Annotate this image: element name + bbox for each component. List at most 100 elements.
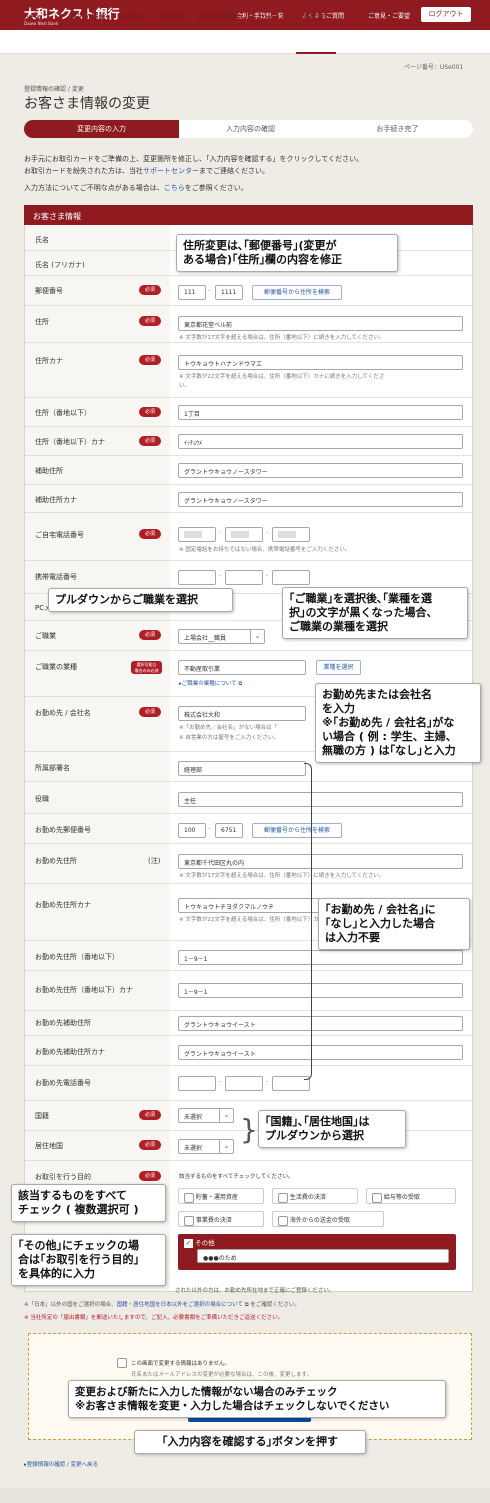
required-badge: 必須	[139, 630, 161, 640]
purpose-other-checkbox[interactable]: ✓ その他	[184, 1237, 215, 1248]
work-addr-input[interactable]: 東京都千代田区丸の内	[178, 854, 463, 869]
nav-support-deposit[interactable]: 応援定期預金	[199, 12, 241, 22]
sub-addr-input[interactable]: グラントウキョウノースタワー	[178, 463, 463, 478]
page-number: ページ番号：USe001	[404, 64, 464, 71]
home-phone-3-input[interactable]	[272, 527, 310, 542]
purpose-other-input[interactable]: ●●●のため	[197, 1249, 449, 1263]
step-complete: お手続き完了	[322, 120, 473, 138]
home-phone-note: ※ 固定電話をお持ちではない場合、携帯電話番号をご入力ください。	[179, 547, 351, 553]
callout-job: プルダウンからご職業を選択	[48, 588, 233, 612]
callout-address: 住所変更は､｢郵便番号｣(変更が ある場合)｢住所｣欄の内容を修正	[176, 234, 398, 272]
nationality-help-link[interactable]: 国籍・居住地国を日本以外をご選択の場合について	[117, 1302, 243, 1308]
no-change-sub: 氏名またはメールアドレスの変更が必要な場合は、この後、変更します。	[131, 1372, 312, 1378]
label-sub-addr-kana: 補助住所カナ	[35, 496, 77, 504]
employer-input[interactable]: 株式会社大和	[178, 706, 306, 721]
page-footer	[0, 1488, 490, 1503]
work-phone-2-input[interactable]	[225, 1076, 263, 1091]
addr-num-kana-input[interactable]: ｲｯﾁｮｳﾒ	[178, 434, 463, 449]
logout-button[interactable]: ログアウト	[421, 7, 471, 22]
callout-employer-none: ｢お勤め先 / 会社名｣に ｢なし｣と入力した場合 は入力不要	[318, 898, 470, 950]
home-phone-2-input[interactable]	[225, 527, 263, 542]
label-mobile: 携帯電話番号	[35, 573, 77, 581]
industry-help-link[interactable]: ▸ご職業の業種について ⧉	[179, 679, 242, 688]
purpose-hint: 該当するものをすべてチェックしてください。	[179, 1174, 294, 1180]
callout-no-change: 変更および新たに入力した情報がない場合のみチェック ※お客さま情報を変更・入力した…	[68, 1380, 446, 1418]
label-sub-addr: 補助住所	[35, 467, 63, 475]
job-select[interactable]: 上場会社__職員 ⌄	[178, 629, 265, 644]
required-badge: 必須	[139, 407, 161, 417]
nav-top[interactable]: ⌂トップ	[24, 12, 50, 22]
bottom-note-3: ※ 当社所定の「届出書類」を郵送いたしますので、ご記入、必要書類をご準備いただき…	[24, 1315, 284, 1321]
page-title: お客さま情報の変更	[24, 96, 150, 112]
nav-services[interactable]: サービス	[258, 12, 286, 22]
required-badge: 必須	[139, 1171, 161, 1181]
conditional-required-badge: 選択可能な 場合のみ必須	[131, 661, 162, 674]
nationality-select[interactable]: 未選択 ⌄	[178, 1108, 234, 1123]
mobile-1-input[interactable]	[178, 570, 216, 585]
label-work-phone: お勤め先電話番号	[35, 1079, 91, 1087]
nav-account-info[interactable]: 口座情報	[296, 12, 324, 22]
purpose-living-checkbox[interactable]: 生活費の決済	[272, 1188, 358, 1204]
sub-addr-kana-input[interactable]: グラントウキョウノースタワー	[178, 492, 463, 507]
label-address: 住所	[35, 318, 49, 326]
label-kana: 氏名 (フリガナ)	[35, 261, 85, 269]
dept-input[interactable]: 経理部	[178, 761, 306, 776]
position-input[interactable]: 主任	[178, 792, 463, 807]
address-input[interactable]: 東京都花堂ベル前	[178, 316, 463, 331]
panel-title: お客さま情報	[24, 205, 473, 225]
no-change-checkbox[interactable]	[117, 1358, 127, 1368]
nav-transfer[interactable]: 振込 / 振替	[70, 12, 105, 22]
support-center-link[interactable]: サポートセンター	[143, 167, 199, 175]
employer-note-2: ※ 自営業の方は屋号をご入力ください。	[179, 735, 279, 741]
nav-active-indicator	[296, 52, 336, 54]
address-kana-note: ※ 文字数が22文字を超える場合は、住所（番地以下）カナに続きを入力してくださ	[179, 374, 385, 380]
home-phone-1-input[interactable]	[178, 527, 216, 542]
label-industry: ご職業の業種	[35, 663, 77, 671]
label-column	[25, 225, 170, 1291]
label-postal: 郵便番号	[35, 287, 63, 295]
label-work-num: お勤め先住所（番地以下）	[35, 953, 119, 961]
callout-confirm: ｢入力内容を確認する｣ボタンを押す	[134, 1430, 366, 1454]
residence-select[interactable]: 未選択 ⌄	[178, 1139, 234, 1154]
label-home-phone: ご自宅電話番号	[35, 531, 84, 539]
back-link[interactable]: ▸登録情報の確認 / 変更へ戻る	[24, 1460, 98, 1468]
work-sub-input[interactable]: グラントウキョウイースト	[178, 1016, 463, 1031]
mobile-2-input[interactable]	[225, 570, 263, 585]
purpose-business-checkbox[interactable]: 事業費の決済	[178, 1211, 264, 1227]
callout-nationality: ｢国籍｣､｢居住地国｣は プルダウンから選択	[258, 1110, 406, 1148]
postal-code-1-input[interactable]: 111	[178, 285, 206, 300]
nav-foreign-deposit[interactable]: 外貨預金	[157, 12, 185, 22]
brace-icon: }	[240, 1113, 258, 1146]
work-num-kana-input[interactable]: 1－9－1	[178, 983, 463, 998]
label-work-postal: お勤め先郵便番号	[35, 826, 91, 834]
address-kana-input[interactable]: トウキョウトハナンドウマエ	[178, 355, 463, 370]
intro-line-1: お手元にお取引カードをご準備の上、変更箇所を修正し、「入力内容を確認する」をクリ…	[24, 155, 364, 163]
label-purpose: お取引を行う目的	[35, 1173, 91, 1181]
work-postal-2-input[interactable]: 6751	[215, 823, 243, 838]
required-badge: 必須	[139, 436, 161, 446]
work-postal-search-button[interactable]: 郵便番号から住所を検索	[252, 823, 342, 838]
required-badge: 必須	[139, 529, 161, 539]
required-badge: 必須	[139, 355, 161, 365]
callout-industry: ｢ご職業｣を選択後､｢業種を選 択｣の文字が黒くなった場合、 ご職業の業種を選択	[282, 587, 468, 639]
util-link-feedback[interactable]: ご意見・ご要望	[368, 11, 410, 20]
work-phone-1-input[interactable]	[178, 1076, 216, 1091]
label-nationality: 国籍	[35, 1112, 49, 1120]
work-num-input[interactable]: 1－9－1	[178, 950, 463, 965]
help-link[interactable]: こちら	[164, 184, 185, 192]
mobile-3-input[interactable]	[272, 570, 310, 585]
industry-select-button[interactable]: 業種を選択	[316, 660, 361, 675]
purpose-overseas-checkbox[interactable]: 海外からの送金の受取	[272, 1211, 384, 1227]
work-sub-kana-input[interactable]: グラントウキョウイースト	[178, 1045, 463, 1060]
postal-code-2-input[interactable]: 1111	[215, 285, 243, 300]
step-confirm: 入力内容の確認	[173, 120, 328, 138]
required-badge: 必須	[139, 285, 161, 295]
purpose-salary-checkbox[interactable]: 給与等の受取	[366, 1188, 456, 1204]
nav-yen-deposit[interactable]: 円預金	[121, 12, 142, 22]
addr-num-input[interactable]: 1丁目	[178, 405, 463, 420]
purpose-savings-checkbox[interactable]: 貯蓄・運用資産	[178, 1188, 264, 1204]
chevron-down-icon: ⌄	[219, 1140, 233, 1153]
postal-search-button[interactable]: 郵便番号から住所を検索	[252, 285, 342, 300]
label-work-sub-kana: お勤め先補助住所カナ	[35, 1048, 105, 1056]
work-postal-1-input[interactable]: 100	[178, 823, 206, 838]
